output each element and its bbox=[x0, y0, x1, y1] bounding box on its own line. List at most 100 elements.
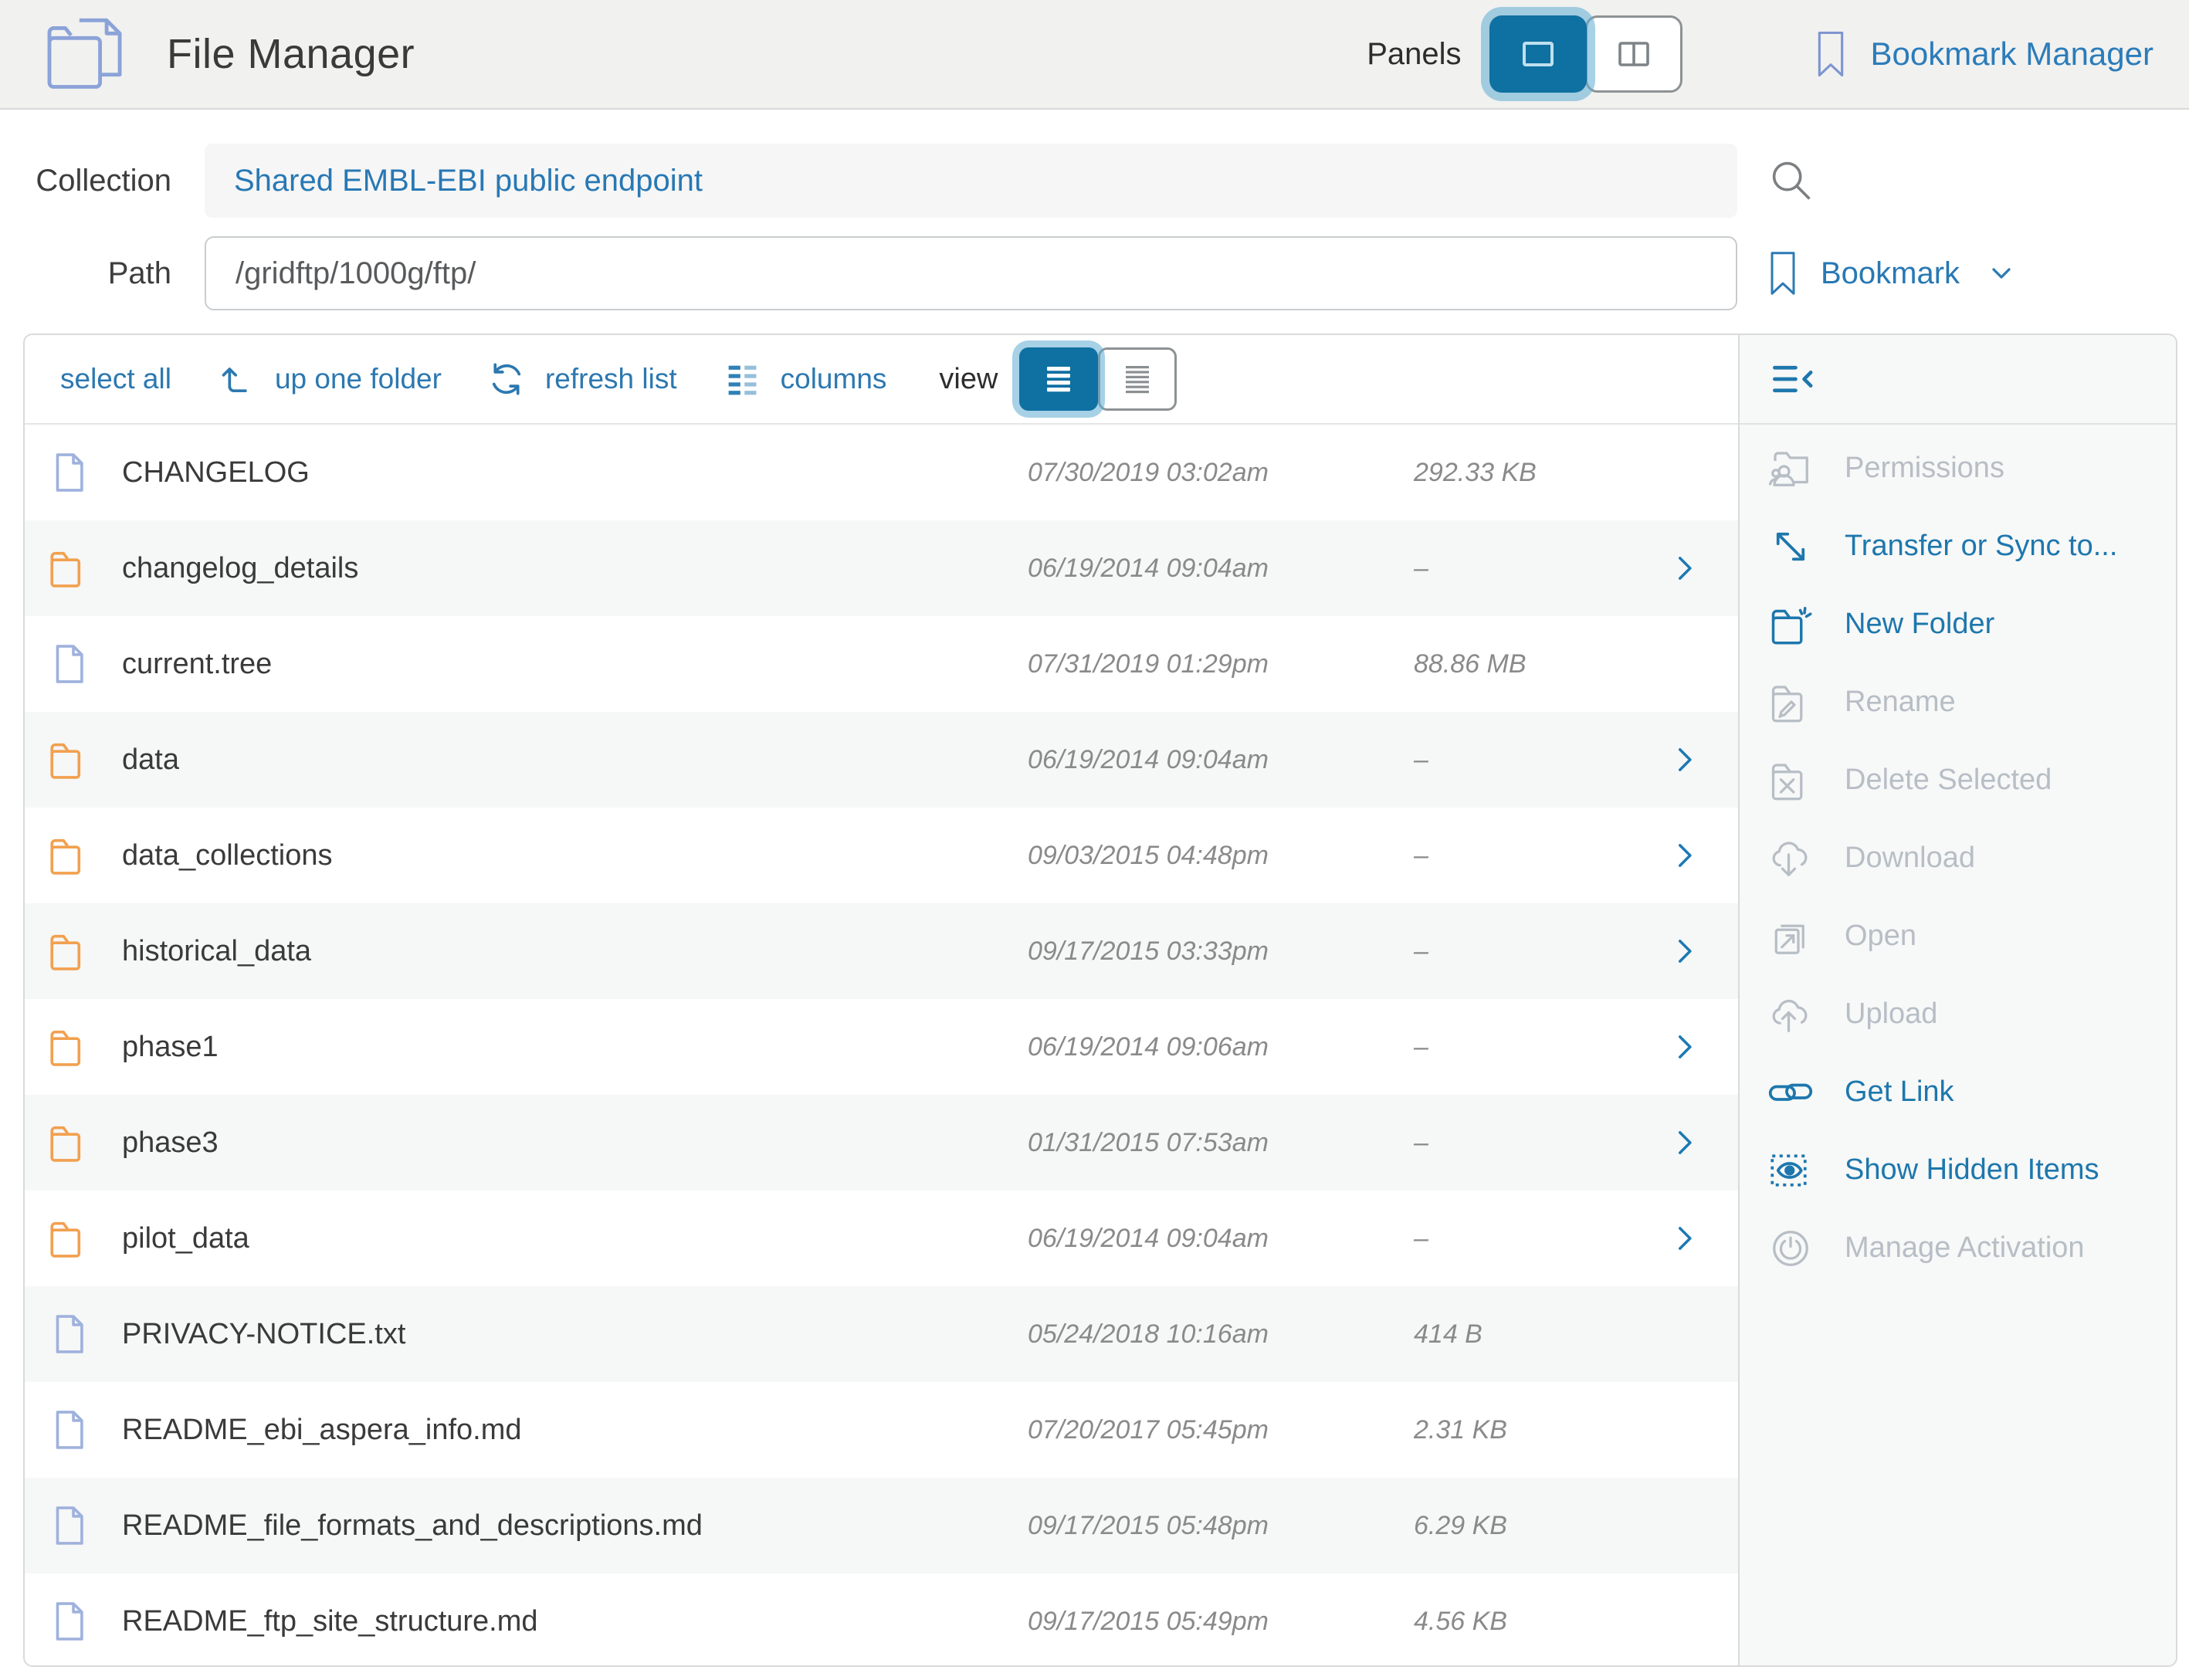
transfer-or-sync-button[interactable]: Transfer or Sync to... bbox=[1740, 507, 2176, 585]
bookmark-dropdown[interactable]: Bookmark bbox=[1767, 249, 2017, 297]
brand: File Manager bbox=[43, 15, 415, 93]
file-date: 09/17/2015 05:48pm bbox=[1028, 1511, 1414, 1541]
chevron-right-icon[interactable] bbox=[1668, 1031, 1700, 1063]
chevron-right-icon[interactable] bbox=[1668, 839, 1700, 872]
up-one-folder-icon bbox=[216, 359, 256, 399]
collapse-panel-icon bbox=[1769, 354, 1818, 404]
bookmark-manager-link[interactable]: Bookmark Manager bbox=[1814, 29, 2154, 79]
table-row[interactable]: data 06/19/2014 09:04am – bbox=[25, 712, 1738, 808]
bookmark-manager-label: Bookmark Manager bbox=[1871, 36, 2154, 73]
table-row[interactable]: CHANGELOG 07/30/2019 03:02am 292.33 KB bbox=[25, 425, 1738, 520]
action-label: Download bbox=[1845, 842, 1975, 875]
show-hidden-icon bbox=[1767, 1147, 1814, 1194]
action-label: Permissions bbox=[1845, 452, 2004, 485]
chevron-down-icon bbox=[1986, 258, 2017, 289]
up-one-folder-button[interactable]: up one folder bbox=[216, 359, 442, 399]
up-one-folder-label: up one folder bbox=[275, 363, 442, 395]
table-row[interactable]: PRIVACY-NOTICE.txt 05/24/2018 10:16am 41… bbox=[25, 1286, 1738, 1382]
action-label: Open bbox=[1845, 920, 1916, 953]
bookmark-label: Bookmark bbox=[1821, 256, 1960, 291]
search-icon[interactable] bbox=[1767, 156, 1816, 205]
app-header: File Manager Panels Bookmark Manager bbox=[0, 0, 2189, 110]
list-view-icon bbox=[1039, 363, 1078, 395]
bookmark-icon bbox=[1767, 249, 1799, 297]
condensed-view-button[interactable] bbox=[1098, 347, 1177, 411]
file-list: CHANGELOG 07/30/2019 03:02am 292.33 KB c… bbox=[25, 425, 1738, 1667]
file-name: phase3 bbox=[122, 1126, 1028, 1160]
single-panel-button[interactable] bbox=[1489, 15, 1587, 93]
show-hidden-items-button[interactable]: Show Hidden Items bbox=[1740, 1131, 2176, 1209]
folder-icon bbox=[46, 1120, 91, 1165]
action-label: New Folder bbox=[1845, 608, 1994, 641]
collection-label: Collection bbox=[23, 164, 171, 198]
table-row[interactable]: phase1 06/19/2014 09:06am – bbox=[25, 999, 1738, 1095]
folder-icon bbox=[46, 1025, 91, 1069]
table-row[interactable]: README_file_formats_and_descriptions.md … bbox=[25, 1478, 1738, 1573]
panels-toggle bbox=[1489, 15, 1682, 93]
file-name: current.tree bbox=[122, 648, 1028, 681]
file-size: – bbox=[1414, 554, 1630, 584]
refresh-list-label: refresh list bbox=[545, 363, 677, 395]
action-label: Manage Activation bbox=[1845, 1231, 2085, 1265]
single-panel-icon bbox=[1518, 37, 1558, 71]
table-row[interactable]: current.tree 07/31/2019 01:29pm 88.86 MB bbox=[25, 616, 1738, 712]
table-row[interactable]: historical_data 09/17/2015 03:33pm – bbox=[25, 903, 1738, 999]
file-name: PRIVACY-NOTICE.txt bbox=[122, 1318, 1028, 1351]
file-date: 09/03/2015 04:48pm bbox=[1028, 841, 1414, 871]
upload-icon bbox=[1767, 991, 1814, 1038]
table-row[interactable]: phase3 01/31/2015 07:53am – bbox=[25, 1095, 1738, 1191]
new-folder-button[interactable]: New Folder bbox=[1740, 585, 2176, 663]
file-date: 07/20/2017 05:45pm bbox=[1028, 1415, 1414, 1445]
collection-value: Shared EMBL-EBI public endpoint bbox=[234, 164, 703, 198]
table-row[interactable]: README_ebi_aspera_info.md 07/20/2017 05:… bbox=[25, 1382, 1738, 1478]
refresh-list-button[interactable]: refresh list bbox=[486, 359, 677, 399]
file-size: 414 B bbox=[1414, 1319, 1630, 1350]
chevron-right-icon[interactable] bbox=[1668, 935, 1700, 967]
columns-button[interactable]: columns bbox=[722, 359, 887, 399]
table-row[interactable]: pilot_data 06/19/2014 09:04am – bbox=[25, 1191, 1738, 1286]
view-label: view bbox=[939, 363, 998, 396]
get-link-button[interactable]: Get Link bbox=[1740, 1053, 2176, 1131]
upload-button: Upload bbox=[1740, 975, 2176, 1053]
file-date: 01/31/2015 07:53am bbox=[1028, 1128, 1414, 1158]
file-name: README_file_formats_and_descriptions.md bbox=[122, 1509, 1028, 1543]
get-link-icon bbox=[1767, 1069, 1814, 1116]
file-manager-icon bbox=[43, 15, 134, 93]
chevron-right-icon[interactable] bbox=[1668, 1126, 1700, 1159]
chevron-right-icon[interactable] bbox=[1668, 743, 1700, 776]
file-size: – bbox=[1414, 1032, 1630, 1062]
action-label: Show Hidden Items bbox=[1845, 1153, 2099, 1187]
file-icon bbox=[46, 642, 91, 686]
file-area: select all up one folder refresh list bbox=[25, 335, 1738, 1665]
chevron-right-icon[interactable] bbox=[1668, 1222, 1700, 1255]
action-label: Upload bbox=[1845, 998, 1937, 1031]
collapse-sidebar-button[interactable] bbox=[1769, 354, 1818, 404]
download-button: Download bbox=[1740, 819, 2176, 897]
folder-icon bbox=[46, 737, 91, 782]
chevron-right-icon[interactable] bbox=[1668, 552, 1700, 584]
delete-selected-button: Delete Selected bbox=[1740, 741, 2176, 819]
table-row[interactable]: changelog_details 06/19/2014 09:04am – bbox=[25, 520, 1738, 616]
collection-input[interactable]: Shared EMBL-EBI public endpoint bbox=[205, 144, 1737, 218]
file-size: 292.33 KB bbox=[1414, 458, 1630, 488]
manage-activation-button: Manage Activation bbox=[1740, 1209, 2176, 1287]
file-date: 09/17/2015 05:49pm bbox=[1028, 1607, 1414, 1637]
select-all-button[interactable]: select all bbox=[60, 363, 171, 395]
file-name: pilot_data bbox=[122, 1222, 1028, 1255]
file-size: – bbox=[1414, 1224, 1630, 1254]
table-row[interactable]: README_ftp_site_structure.md 09/17/2015 … bbox=[25, 1573, 1738, 1667]
actions-sidebar-header bbox=[1740, 335, 2176, 425]
list-view-button[interactable] bbox=[1019, 347, 1098, 411]
file-size: 4.56 KB bbox=[1414, 1607, 1630, 1637]
rename-button: Rename bbox=[1740, 663, 2176, 741]
dual-panel-button[interactable] bbox=[1585, 15, 1682, 93]
transfer-sync-icon bbox=[1767, 523, 1814, 570]
columns-label: columns bbox=[781, 363, 887, 395]
open-button: Open bbox=[1740, 897, 2176, 975]
columns-icon bbox=[722, 359, 762, 399]
file-name: phase1 bbox=[122, 1031, 1028, 1064]
table-row[interactable]: data_collections 09/03/2015 04:48pm – bbox=[25, 808, 1738, 903]
actions-sidebar: Permissions Transfer or Sync to... bbox=[1738, 335, 2176, 1665]
path-input[interactable] bbox=[205, 236, 1737, 310]
file-size: 2.31 KB bbox=[1414, 1415, 1630, 1445]
